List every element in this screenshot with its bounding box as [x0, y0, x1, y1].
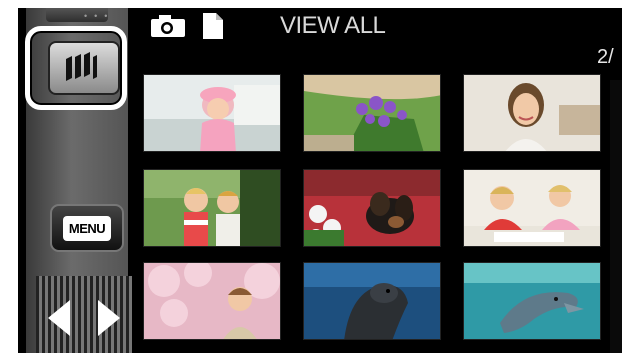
document-icon[interactable]	[202, 12, 224, 40]
playback-screen: ••• MENU VIEW ALL 2/	[18, 8, 622, 353]
thumbnail-two-children-on-swing[interactable]	[143, 169, 281, 247]
page-indicator: 2/	[597, 46, 614, 68]
triangle-left-icon[interactable]	[48, 300, 70, 336]
view-all-title: VIEW ALL	[280, 12, 386, 39]
page-scroll-control	[36, 276, 132, 353]
thumbnail-sea-lion-underwater[interactable]	[303, 262, 441, 340]
thumbnail-dolphin-underwater[interactable]	[463, 262, 601, 340]
sidebar-top-handle: •••	[46, 8, 108, 22]
thumbnail-puppy-in-flowers[interactable]	[303, 169, 441, 247]
thumbnail-child-under-cherry-blossoms[interactable]	[143, 262, 281, 340]
thumbnail-smiling-woman-portrait[interactable]	[463, 74, 601, 152]
thumbnail-girl-in-pink-hat[interactable]	[143, 74, 281, 152]
menu-button[interactable]: MENU	[50, 204, 124, 252]
triangle-right-icon[interactable]	[98, 300, 120, 336]
mode-button-highlight	[25, 26, 127, 110]
thumbnail-two-children-drawing[interactable]	[463, 169, 601, 247]
camera-icon[interactable]	[150, 14, 186, 38]
sidebar-dots: •••	[84, 11, 115, 21]
scroll-track[interactable]	[610, 80, 622, 353]
menu-button-label: MENU	[62, 215, 112, 241]
thumbnail-purple-flowers-in-garden[interactable]	[303, 74, 441, 152]
